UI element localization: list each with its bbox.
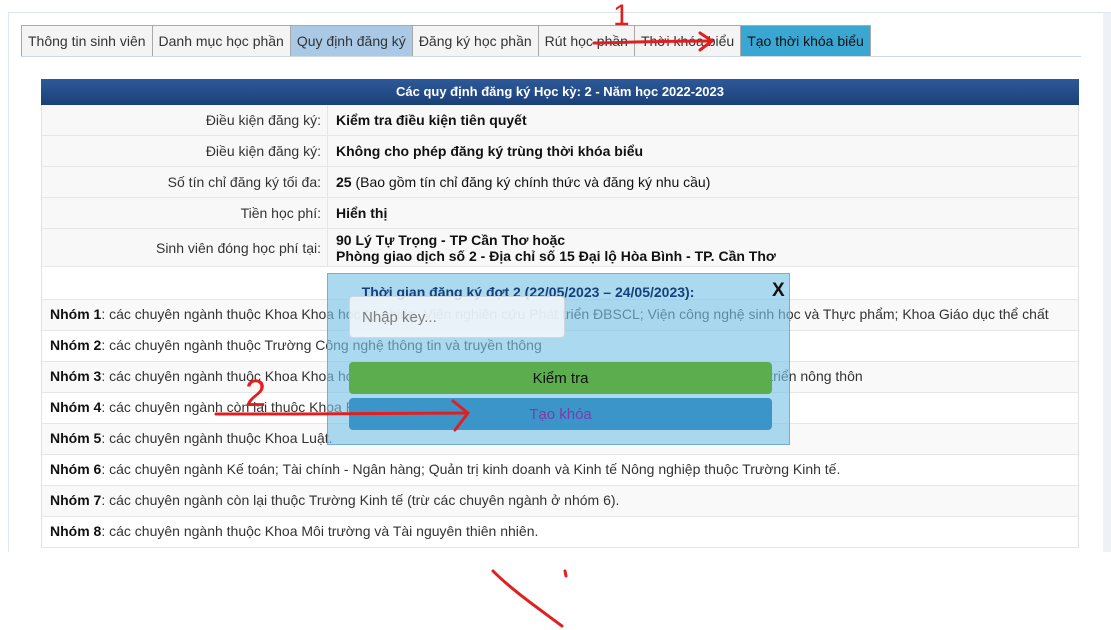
group-item: Nhóm 6: các chuyên ngành Kế toán; Tài ch… <box>42 455 1078 486</box>
rule-label: Sinh viên đóng học phí tại: <box>42 229 328 266</box>
group-name: Nhóm 4 <box>50 399 102 415</box>
group-name: Nhóm 6 <box>50 461 102 477</box>
tab-timetable[interactable]: Thời khóa biểu <box>633 25 742 57</box>
close-icon[interactable]: X <box>772 280 785 302</box>
payment-location-1: 90 Lý Tự Trọng - TP Cần Thơ hoặc <box>336 231 566 248</box>
tab-divider <box>21 56 1081 57</box>
rule-label: Điều kiện đăng ký: <box>42 136 328 166</box>
group-name: Nhóm 2 <box>50 337 102 353</box>
panel-title: Các quy định đăng ký Học kỳ: 2 - Năm học… <box>41 79 1079 105</box>
group-text: : các chuyên ngành thuộc Khoa Môi trường… <box>101 523 539 539</box>
check-button[interactable]: Kiểm tra <box>349 362 772 394</box>
group-name: Nhóm 3 <box>50 368 102 384</box>
group-name: Nhóm 5 <box>50 430 102 446</box>
group-name: Nhóm 8 <box>50 523 102 539</box>
rule-row: Điều kiện đăng ký: Kiểm tra điều kiện ti… <box>42 105 1078 136</box>
rule-value: Hiển thị <box>336 205 388 221</box>
max-credits: 25 <box>336 174 352 190</box>
registration-key-modal: Thời gian đăng ký đợt 2 (22/05/2023 – 24… <box>327 273 790 445</box>
tab-registration-rules[interactable]: Quy định đăng ký <box>289 25 413 57</box>
max-credits-note: (Bao gồm tín chỉ đăng ký chính thức và đ… <box>351 174 711 190</box>
group-item: Nhóm 8: các chuyên ngành thuộc Khoa Môi … <box>42 517 1078 548</box>
rule-row: Số tín chỉ đăng ký tối đa: 25 (Bao gồm t… <box>42 167 1078 198</box>
rule-value: 90 Lý Tự Trọng - TP Cần Thơ hoặc Phòng g… <box>328 229 1078 266</box>
tab-course-catalog[interactable]: Danh mục học phần <box>151 25 291 57</box>
key-input[interactable] <box>349 296 565 338</box>
group-name: Nhóm 1 <box>50 306 102 322</box>
create-key-button[interactable]: Tạo khóa <box>349 398 772 430</box>
group-text: : các chuyên ngành thuộc Khoa Luật. <box>101 430 333 446</box>
tab-student-info[interactable]: Thông tin sinh viên <box>21 25 153 57</box>
rule-label: Số tín chỉ đăng ký tối đa: <box>42 167 328 197</box>
group-item: Nhóm 7: các chuyên ngành còn lại thuộc T… <box>42 486 1078 517</box>
rule-row: Điều kiện đăng ký: Không cho phép đăng k… <box>42 136 1078 167</box>
scrollbar-track[interactable] <box>1103 13 1111 552</box>
rule-row: Tiền học phí: Hiển thị <box>42 198 1078 229</box>
rule-value: Không cho phép đăng ký trùng thời khóa b… <box>336 143 644 159</box>
rule-label: Tiền học phí: <box>42 198 328 228</box>
scribble-mark <box>491 569 564 628</box>
payment-location-2: Phòng giao dịch số 2 - Địa chỉ số 15 Đại… <box>336 247 776 264</box>
rule-row: Sinh viên đóng học phí tại: 90 Lý Tự Trọ… <box>42 229 1078 267</box>
rule-value: Kiểm tra điều kiện tiên quyết <box>336 112 527 128</box>
tab-create-timetable[interactable]: Tạo thời khóa biểu <box>740 25 871 57</box>
scribble-dot <box>563 569 568 578</box>
rule-value: 25 (Bao gồm tín chỉ đăng ký chính thức v… <box>328 167 1078 197</box>
group-text: : các chuyên ngành còn lại thuộc Trường … <box>101 492 620 508</box>
tab-course-registration[interactable]: Đăng ký học phần <box>411 25 539 57</box>
tab-bar: Thông tin sinh viên Danh mục học phần Qu… <box>21 25 871 57</box>
rule-label: Điều kiện đăng ký: <box>42 105 328 135</box>
group-name: Nhóm 7 <box>50 492 102 508</box>
tab-withdraw-course[interactable]: Rút học phần <box>537 25 635 57</box>
group-text: : các chuyên ngành Kế toán; Tài chính - … <box>101 461 841 477</box>
